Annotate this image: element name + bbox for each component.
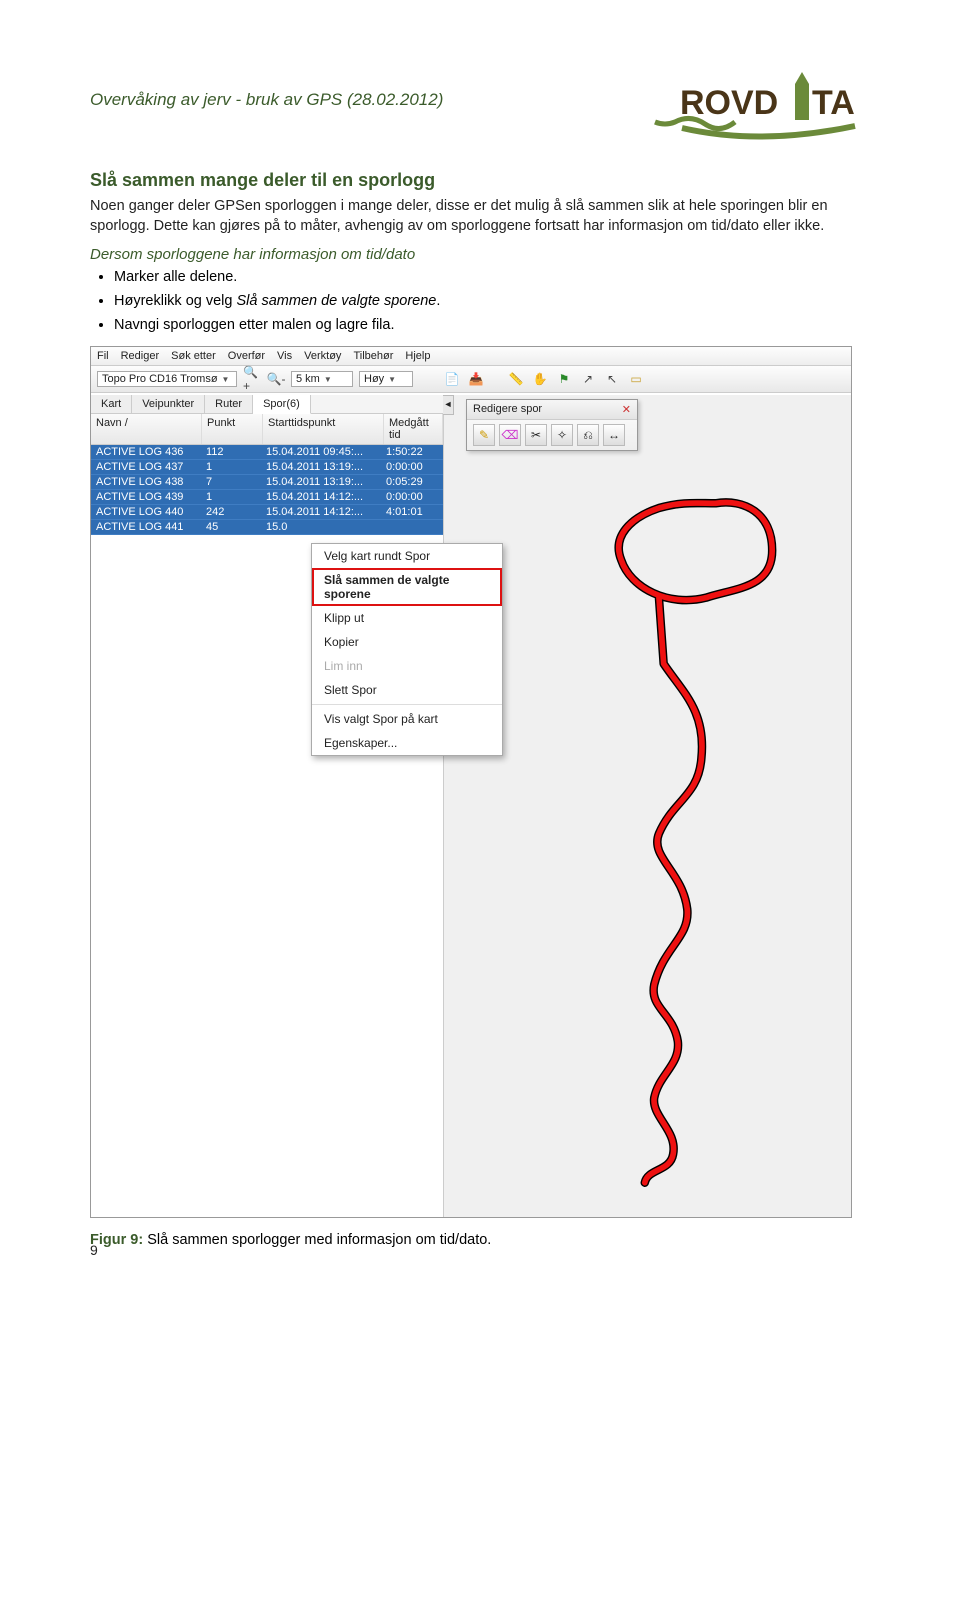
svg-text:ROVD: ROVD xyxy=(680,84,778,122)
palette-title: Redigere spor xyxy=(473,403,542,416)
grid-header: Navn /PunktStarttidspunktMedgått tid xyxy=(91,414,443,445)
context-menu-item[interactable]: Kopier xyxy=(312,630,502,654)
palette-move-icon[interactable]: ↔ xyxy=(603,424,625,446)
panel-tabs: KartVeipunkterRuterSpor(6) xyxy=(91,395,443,414)
rovdata-logo: ROVD TA xyxy=(650,70,870,140)
gps-track xyxy=(454,475,845,1211)
column-header[interactable]: Navn / xyxy=(91,414,202,444)
page-number: 9 xyxy=(90,1242,98,1258)
palette-pencil-icon[interactable]: ✎ xyxy=(473,424,495,446)
panel-tab[interactable]: Spor(6) xyxy=(253,395,311,414)
left-panel: KartVeipunkterRuterSpor(6) Navn /PunktSt… xyxy=(91,395,444,1217)
menu-item[interactable]: Overfør xyxy=(228,350,265,362)
list-item: Marker alle delene. xyxy=(114,267,870,289)
menu-item[interactable]: Hjelp xyxy=(405,350,430,362)
toolbar: Topo Pro CD16 Tromsø▼ 🔍+ 🔍- 5 km▼ Høy▼ 📄… xyxy=(91,366,851,393)
table-row[interactable]: ACTIVE LOG 438715.04.2011 13:19:...0:05:… xyxy=(91,475,443,490)
context-menu: Velg kart rundt SporSlå sammen de valgte… xyxy=(311,543,503,756)
table-row[interactable]: ACTIVE LOG 437115.04.2011 13:19:...0:00:… xyxy=(91,460,443,475)
context-menu-item[interactable]: Klipp ut xyxy=(312,606,502,630)
menu-item[interactable]: Tilbehør xyxy=(353,350,393,362)
zoom-out-icon[interactable]: 🔍- xyxy=(267,370,285,388)
table-row[interactable]: ACTIVE LOG 4414515.0 xyxy=(91,520,443,535)
flag-icon[interactable]: ⚑ xyxy=(555,370,573,388)
palette-eraser-icon[interactable]: ⌫ xyxy=(499,424,521,446)
section-subheading: Dersom sporloggene har informasjon om ti… xyxy=(90,246,870,263)
bullet-list: Marker alle delene.Høyreklikk og velg Sl… xyxy=(114,267,870,336)
list-item: Navngi sporloggen etter malen og lagre f… xyxy=(114,315,870,337)
column-header[interactable]: Starttidspunkt xyxy=(263,414,384,444)
menu-item[interactable]: Rediger xyxy=(121,350,160,362)
edit-track-palette[interactable]: Redigere spor ✕ ✎ ⌫ ✂ ✧ ⎌ ↔ xyxy=(466,399,638,451)
column-header[interactable]: Punkt xyxy=(202,414,263,444)
cursor-icon[interactable]: ↖ xyxy=(603,370,621,388)
figure-text: Slå sammen sporlogger med informasjon om… xyxy=(147,1232,491,1248)
palette-split-icon[interactable]: ✧ xyxy=(551,424,573,446)
scalebar-icon[interactable]: ▭ xyxy=(627,370,645,388)
map-panel: Redigere spor ✕ ✎ ⌫ ✂ ✧ ⎌ ↔ xyxy=(444,395,851,1217)
section-paragraph: Noen ganger deler GPSen sporloggen i man… xyxy=(90,197,870,236)
map-combo[interactable]: Topo Pro CD16 Tromsø▼ xyxy=(97,371,237,387)
route-icon[interactable]: ↗ xyxy=(579,370,597,388)
panel-tab[interactable]: Kart xyxy=(91,395,132,413)
svg-text:TA: TA xyxy=(812,84,855,122)
panel-tab[interactable]: Ruter xyxy=(205,395,253,413)
context-menu-item[interactable]: Velg kart rundt Spor xyxy=(312,544,502,568)
table-row[interactable]: ACTIVE LOG 44024215.04.2011 14:12:...4:0… xyxy=(91,505,443,520)
menu-item[interactable]: Verktøy xyxy=(304,350,341,362)
hand-icon[interactable]: ✋ xyxy=(531,370,549,388)
section-heading: Slå sammen mange deler til en sporlogg xyxy=(90,170,870,191)
menu-item[interactable]: Vis xyxy=(277,350,292,362)
panel-collapse-handle[interactable]: ◄ xyxy=(443,395,454,415)
panel-tab[interactable]: Veipunkter xyxy=(132,395,205,413)
table-row[interactable]: ACTIVE LOG 439115.04.2011 14:12:...0:00:… xyxy=(91,490,443,505)
close-icon[interactable]: ✕ xyxy=(622,403,631,416)
context-menu-item: Lim inn xyxy=(312,654,502,678)
context-menu-item[interactable]: Egenskaper... xyxy=(312,731,502,755)
page-title: Overvåking av jerv - bruk av GPS (28.02.… xyxy=(90,90,443,110)
measure-icon[interactable]: 📏 xyxy=(507,370,525,388)
zoom-in-icon[interactable]: 🔍+ xyxy=(243,370,261,388)
context-menu-item[interactable]: Vis valgt Spor på kart xyxy=(312,707,502,731)
context-menu-item[interactable]: Slå sammen de valgte sporene xyxy=(312,568,502,606)
menu-item[interactable]: Fil xyxy=(97,350,109,362)
tool-icon-1[interactable]: 📄 xyxy=(443,370,461,388)
menu-item[interactable]: Søk etter xyxy=(171,350,216,362)
context-menu-item[interactable]: Slett Spor xyxy=(312,678,502,702)
quality-combo[interactable]: Høy▼ xyxy=(359,371,413,387)
table-row[interactable]: ACTIVE LOG 43611215.04.2011 09:45:...1:5… xyxy=(91,445,443,460)
palette-cut-icon[interactable]: ✂ xyxy=(525,424,547,446)
tool-icon-2[interactable]: 📥 xyxy=(467,370,485,388)
palette-join-icon[interactable]: ⎌ xyxy=(577,424,599,446)
figure-caption: Figur 9: Slå sammen sporlogger med infor… xyxy=(90,1232,870,1248)
list-item: Høyreklikk og velg Slå sammen de valgte … xyxy=(114,291,870,313)
menubar: Fil Rediger Søk etter Overfør Vis Verktøy Tilb… xyxy=(91,347,851,366)
zoom-combo[interactable]: 5 km▼ xyxy=(291,371,353,387)
chevron-down-icon: ▼ xyxy=(222,375,230,384)
column-header[interactable]: Medgått tid xyxy=(384,414,443,444)
app-screenshot: Fil Rediger Søk etter Overfør Vis Verktøy Tilb… xyxy=(90,346,852,1218)
